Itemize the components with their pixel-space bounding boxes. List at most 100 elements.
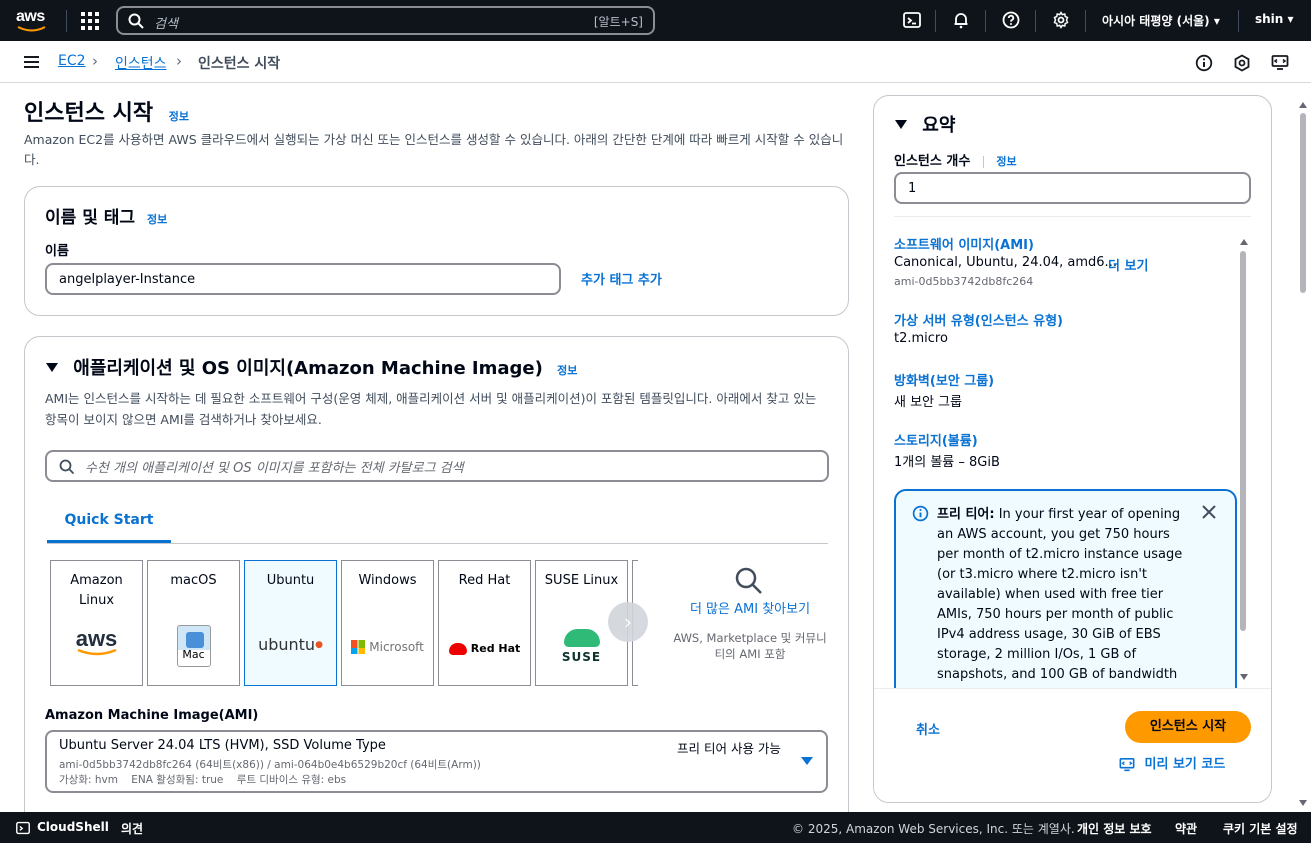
add-tag-link[interactable]: 추가 태그 추가: [581, 269, 662, 288]
page-info-link[interactable]: 정보: [169, 110, 189, 123]
cancel-button[interactable]: 취소: [916, 719, 940, 738]
ami-tile-redhat[interactable]: Red Hat Red Hat: [438, 560, 531, 686]
ami-info-link[interactable]: 정보: [557, 364, 577, 377]
name-tags-card: 이름 및 태그 정보 이름 angelplayer-Instance 추가 태그…: [24, 186, 849, 316]
free-tier-alert: 프리 티어: In your first year of opening an …: [894, 489, 1237, 699]
privacy-link[interactable]: 개인 정보 보호: [1077, 820, 1152, 837]
carousel-next-button[interactable]: ›: [608, 602, 648, 642]
code-preview-icon[interactable]: [1271, 54, 1289, 72]
scroll-up-icon[interactable]: [1239, 238, 1249, 246]
preview-code-button[interactable]: 미리 보기 코드: [1118, 753, 1225, 773]
nav-divider: [66, 10, 67, 32]
find-more-ami-link[interactable]: 더 많은 AMI 찾아보기: [670, 600, 830, 620]
global-search-input[interactable]: 검색 [알트+S]: [116, 6, 655, 35]
aws-logo-icon: aws: [51, 628, 142, 657]
notifications-bell-icon[interactable]: [952, 11, 970, 29]
ami-select-name: Ubuntu Server 24.04 LTS (HVM), SSD Volum…: [59, 738, 386, 753]
summary-ami-more-link[interactable]: 더 보기: [1108, 255, 1148, 274]
menu-hamburger-icon[interactable]: [24, 56, 39, 68]
breadcrumb: EC2 › 인스턴스 › 인스턴스 시작: [0, 41, 1311, 83]
breadcrumb-link-ec2[interactable]: EC2: [58, 53, 86, 69]
chevron-right-icon: ›: [176, 52, 182, 70]
chevron-right-icon: ›: [92, 52, 98, 70]
cloudshell-link[interactable]: CloudShell: [37, 820, 109, 834]
footer-bar: CloudShell 의견 © 2025, Amazon Web Service…: [0, 812, 1311, 843]
page-title-text: 인스턴스 시작: [24, 101, 154, 126]
ami-free-tier-badge: 프리 티어 사용 가능: [677, 741, 781, 756]
instance-count-label: 인스턴스 개수 정보: [894, 154, 1017, 169]
tab-quick-start[interactable]: Quick Start: [47, 500, 171, 544]
user-menu[interactable]: shin ▾: [1255, 12, 1294, 26]
launch-instance-button[interactable]: 인스턴스 시작: [1125, 711, 1251, 743]
summary-firewall-link[interactable]: 방화벽(보안 그룹): [894, 370, 994, 389]
cloudshell-icon[interactable]: [903, 11, 921, 29]
page-scrollbar[interactable]: [1297, 95, 1309, 811]
summary-ami-value: Canonical, Ubuntu, 24.04, amd6...: [894, 255, 1117, 270]
cloudshell-icon[interactable]: [16, 821, 30, 835]
ami-tile-ubuntu[interactable]: Ubuntu ubuntu●: [244, 560, 337, 686]
copyright-text: © 2025, Amazon Web Services, Inc. 또는 계열사…: [792, 822, 1075, 836]
find-more-ami[interactable]: 더 많은 AMI 찾아보기 AWS, Marketplace 및 커뮤니티의 A…: [670, 560, 830, 686]
page-scrollbar-thumb[interactable]: [1300, 113, 1306, 293]
help-icon[interactable]: [1002, 11, 1020, 29]
summary-instance-type-link[interactable]: 가상 서버 유형(인스턴스 유형): [894, 310, 1063, 329]
services-grid-icon[interactable]: [81, 12, 99, 30]
ami-section-title[interactable]: 애플리케이션 및 OS 이미지(Amazon Machine Image) 정보: [45, 354, 577, 380]
ubuntu-logo-icon: ubuntu●: [258, 635, 323, 654]
search-shortcut: [알트+S]: [593, 15, 643, 29]
page-description: Amazon EC2를 사용하면 AWS 클라우드에서 실행되는 가상 머신 또…: [24, 132, 844, 167]
summary-title-text: 요약: [922, 115, 956, 136]
ami-select-dropdown[interactable]: Ubuntu Server 24.04 LTS (HVM), SSD Volum…: [45, 730, 828, 793]
summary-panel: 요약 인스턴스 개수 정보 1 소프트웨어 이미지(AMI) Canonical…: [873, 95, 1272, 803]
summary-storage-link[interactable]: 스토리지(볼륨): [894, 430, 978, 449]
ami-tile-label: Ubuntu: [266, 573, 315, 588]
ami-tile-label: Amazon Linux: [70, 573, 123, 608]
scroll-up-icon[interactable]: [1298, 101, 1308, 109]
summary-ami-link[interactable]: 소프트웨어 이미지(AMI): [894, 234, 1034, 253]
page-title: 인스턴스 시작 정보: [24, 95, 189, 127]
nav-divider: [985, 10, 986, 32]
name-tags-title-text: 이름 및 태그: [45, 208, 136, 228]
name-label: 이름: [45, 244, 69, 259]
summary-actions: 취소 인스턴스 시작 미리 보기 코드: [874, 688, 1271, 802]
hexagon-settings-icon[interactable]: [1233, 54, 1251, 72]
aws-logo[interactable]: aws: [16, 8, 50, 32]
info-circle-icon: [912, 505, 929, 522]
ami-tile-macos[interactable]: macOS Mac: [147, 560, 240, 686]
ami-section-description: AMI는 인스턴스를 시작하는 데 필요한 소프트웨어 구성(운영 체제, 애플…: [45, 391, 817, 427]
feedback-link[interactable]: 의견: [121, 820, 143, 837]
info-circle-icon[interactable]: [1195, 54, 1213, 72]
aws-smile-icon: [17, 26, 46, 32]
ami-search-placeholder: 수천 개의 애플리케이션 및 OS 이미지를 포함하는 전체 카탈로그 검색: [85, 460, 464, 476]
cookie-settings-link[interactable]: 쿠키 기본 설정: [1223, 820, 1298, 837]
summary-scrollbar-thumb[interactable]: [1240, 251, 1246, 631]
summary-title[interactable]: 요약: [894, 111, 955, 137]
microsoft-logo-icon: Microsoft: [342, 637, 433, 658]
instance-name-input[interactable]: angelplayer-Instance: [45, 263, 561, 295]
free-tier-alert-text: 프리 티어: In your first year of opening an …: [937, 507, 1183, 682]
instance-count-input[interactable]: 1: [894, 172, 1251, 204]
summary-instance-type-value: t2.micro: [894, 331, 948, 346]
scroll-down-icon[interactable]: [1239, 673, 1249, 681]
breadcrumb-current: 인스턴스 시작: [198, 56, 281, 72]
search-icon: [128, 13, 144, 29]
region-selector[interactable]: 아시아 태평양 (서울) ▾: [1102, 12, 1220, 29]
name-tags-info-link[interactable]: 정보: [147, 213, 167, 226]
ami-select-label: Amazon Machine Image(AMI): [45, 708, 259, 723]
ami-tile-windows[interactable]: Windows Microsoft: [341, 560, 434, 686]
name-tags-title: 이름 및 태그 정보: [45, 203, 167, 228]
ami-select-meta: 가상화: hvm ENA 활성화됨: true 루트 디바이스 유형: ebs: [59, 774, 347, 786]
breadcrumb-link-instances[interactable]: 인스턴스: [115, 53, 167, 73]
mac-finder-icon: Mac: [148, 625, 239, 667]
nav-divider: [1085, 10, 1086, 32]
ami-search-input[interactable]: 수천 개의 애플리케이션 및 OS 이미지를 포함하는 전체 카탈로그 검색: [45, 450, 829, 482]
ami-select-ids: ami-0d5bb3742db8fc264 (64비트(x86)) / ami-…: [59, 759, 481, 771]
terms-link[interactable]: 약관: [1175, 820, 1197, 837]
settings-gear-icon[interactable]: [1052, 11, 1070, 29]
ami-tile-amazon-linux[interactable]: Amazon Linux aws: [50, 560, 143, 686]
caret-down-icon: [46, 363, 58, 372]
divider: [894, 216, 1251, 217]
scroll-down-icon[interactable]: [1298, 799, 1308, 807]
close-icon[interactable]: [1202, 505, 1216, 519]
instance-count-info-link[interactable]: 정보: [996, 155, 1016, 168]
